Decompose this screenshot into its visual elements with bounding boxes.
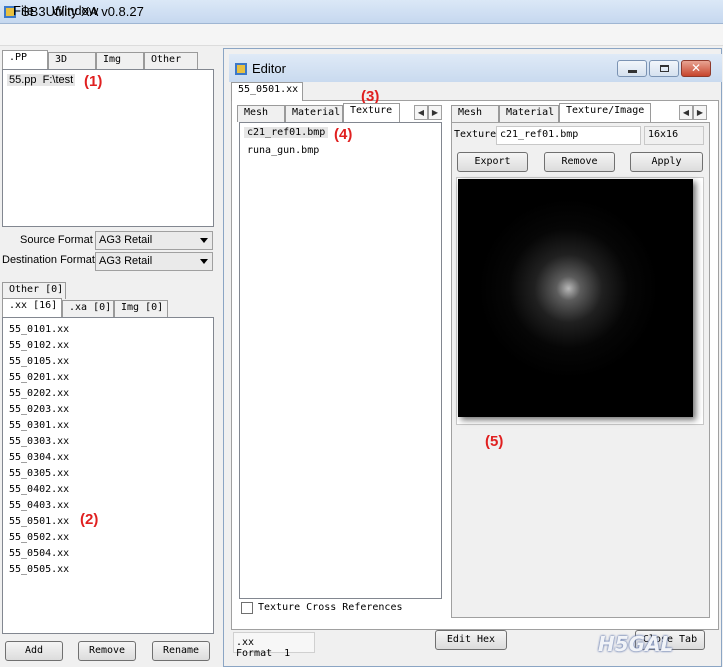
apply-button[interactable]: Apply <box>630 152 703 172</box>
minimize-button[interactable] <box>617 60 647 77</box>
editor-title: Editor <box>252 61 286 76</box>
tab-other[interactable]: Other <box>144 52 198 69</box>
cross-refs-label: Texture Cross References <box>258 602 403 613</box>
xx-file-item[interactable]: 55_0402.xx <box>9 482 213 498</box>
xx-file-item[interactable]: 55_0304.xx <box>9 450 213 466</box>
tab-scroll-right-button[interactable]: ▶ <box>428 105 442 120</box>
add-button[interactable]: Add <box>5 641 63 661</box>
xx-file-item[interactable]: 55_0101.xx <box>9 322 213 338</box>
pp-file-path: F:\test <box>42 74 74 86</box>
pp-file-item[interactable]: 55.pp F:\test <box>7 74 76 86</box>
texture-preview-image <box>458 179 693 417</box>
xx-file-item[interactable]: 55_0201.xx <box>9 370 213 386</box>
annotation-2: (2) <box>80 511 99 528</box>
edit-hex-button[interactable]: Edit Hex <box>435 630 507 650</box>
rename-button[interactable]: Rename <box>152 641 210 661</box>
maximize-button[interactable] <box>649 60 679 77</box>
tab-3d[interactable]: 3D <box>48 52 96 69</box>
source-format-select[interactable]: AG3 Retail <box>95 231 213 250</box>
chevron-down-icon <box>200 259 208 264</box>
annotation-5: (5) <box>485 433 504 450</box>
maximize-icon <box>660 65 669 72</box>
tab-mesh[interactable]: Mesh <box>237 105 285 122</box>
tab-right-mesh[interactable]: Mesh <box>451 105 499 122</box>
tab-img-files[interactable]: Img [0] <box>114 300 168 317</box>
close-button[interactable]: ✕ <box>681 60 711 77</box>
xx-file-item[interactable]: 55_0303.xx <box>9 434 213 450</box>
close-icon: ✕ <box>691 61 702 75</box>
xx-file-items: 55_0101.xx 55_0102.xx 55_0105.xx 55_0201.xx… <box>3 318 213 578</box>
tab-material[interactable]: Material <box>285 105 343 122</box>
destination-format-select[interactable]: AG3 Retail <box>95 252 213 271</box>
chevron-down-icon <box>200 238 208 243</box>
format-label: .xx Format <box>236 637 273 659</box>
tab-pp[interactable]: .PP <box>2 50 48 69</box>
xx-file-item[interactable]: 55_0403.xx <box>9 498 213 514</box>
annotation-1: (1) <box>84 73 103 90</box>
minimize-icon <box>628 70 637 73</box>
xx-file-item[interactable]: 55_0504.xx <box>9 546 213 562</box>
source-format-value: AG3 Retail <box>99 234 153 246</box>
tab-texture[interactable]: Texture <box>343 103 400 122</box>
right-tab-scroll-left-button[interactable]: ◀ <box>679 105 693 120</box>
export-button[interactable]: Export <box>457 152 528 172</box>
tab-xx-files[interactable]: .xx [16] <box>2 298 62 317</box>
tab-other-files[interactable]: Other [0] <box>2 282 66 299</box>
texture-name-field[interactable]: c21_ref01.bmp <box>496 126 641 145</box>
pp-file-list <box>2 69 214 227</box>
xx-file-item[interactable]: 55_0102.xx <box>9 338 213 354</box>
xx-file-item[interactable]: 55_0202.xx <box>9 386 213 402</box>
format-value: 1 <box>284 648 291 659</box>
menu-window[interactable]: Window <box>52 3 98 18</box>
tab-right-material[interactable]: Material <box>499 105 559 122</box>
texture-item-selected[interactable]: c21_ref01.bmp <box>244 127 329 138</box>
source-format-label: Source Format <box>20 234 93 246</box>
texture-name-label: Texture <box>454 129 497 140</box>
watermark-logo: H5GAL <box>598 632 674 656</box>
menu-bar <box>0 24 723 46</box>
menu-file[interactable]: File <box>13 3 34 18</box>
remove-button[interactable]: Remove <box>78 641 136 661</box>
xx-file-item[interactable]: 55_0505.xx <box>9 562 213 578</box>
texture-list <box>239 122 442 599</box>
xx-file-item[interactable]: 55_0301.xx <box>9 418 213 434</box>
cross-refs-checkbox[interactable] <box>241 602 253 614</box>
xx-file-item[interactable]: 55_0502.xx <box>9 530 213 546</box>
annotation-4: (4) <box>334 126 353 143</box>
xx-file-list: 55_0101.xx 55_0102.xx 55_0105.xx 55_0201.xx… <box>2 317 214 634</box>
texture-size-field: 16x16 <box>644 126 704 145</box>
texture-item[interactable]: runa_gun.bmp <box>247 145 319 156</box>
xx-file-item[interactable]: 55_0305.xx <box>9 466 213 482</box>
right-tab-scroll-right-button[interactable]: ▶ <box>693 105 707 120</box>
destination-format-value: AG3 Retail <box>99 255 153 267</box>
tab-img[interactable]: Img <box>96 52 144 69</box>
tab-scroll-left-button[interactable]: ◀ <box>414 105 428 120</box>
tab-document[interactable]: 55_0501.xx <box>231 82 303 101</box>
format-field: .xx Format 1 <box>233 632 315 659</box>
xx-file-item[interactable]: 55_0105.xx <box>9 354 213 370</box>
xx-file-item[interactable]: 55_0501.xx <box>9 514 213 530</box>
editor-icon <box>235 63 247 75</box>
pp-file-name: 55.pp <box>9 74 37 86</box>
tab-xa-files[interactable]: .xa [0] <box>62 300 114 317</box>
destination-format-label: Destination Format <box>2 254 95 266</box>
texture-remove-button[interactable]: Remove <box>544 152 615 172</box>
tab-texture-image[interactable]: Texture/Image <box>559 103 651 122</box>
xx-file-item[interactable]: 55_0203.xx <box>9 402 213 418</box>
texture-preview-frame <box>456 177 704 425</box>
